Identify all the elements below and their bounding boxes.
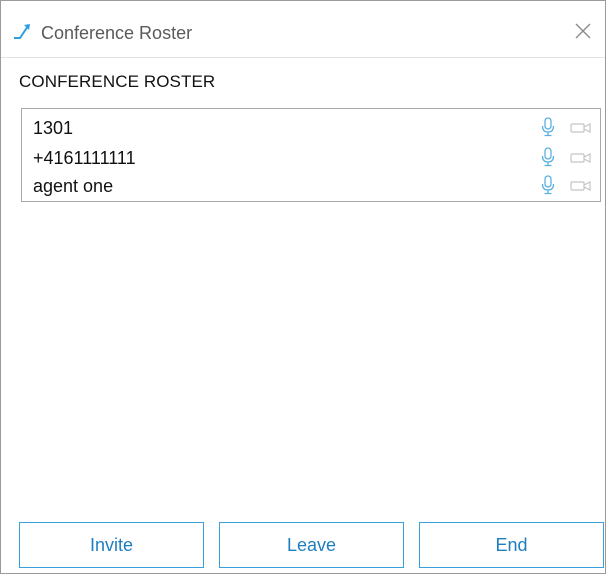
microphone-icon[interactable]	[540, 117, 556, 137]
end-button[interactable]: End	[419, 522, 604, 568]
video-camera-icon[interactable]	[570, 180, 592, 192]
participant-row[interactable]: agent one	[22, 171, 600, 199]
participant-name: +4161111111	[33, 148, 136, 168]
video-camera-icon[interactable]	[570, 152, 592, 164]
participant-row[interactable]: +4161111111	[22, 143, 600, 171]
leave-button[interactable]: Leave	[219, 522, 404, 568]
title-bar: Conference Roster	[1, 1, 605, 57]
title-divider	[1, 57, 605, 58]
video-camera-icon[interactable]	[570, 122, 592, 134]
call-transfer-icon	[14, 24, 30, 39]
section-heading: CONFERENCE ROSTER	[19, 72, 216, 91]
participant-name: 1301	[33, 118, 74, 138]
close-icon[interactable]	[573, 21, 593, 41]
participant-list[interactable]: 1301 +4161111111 agent one	[21, 108, 601, 202]
participant-row[interactable]: 1301	[22, 113, 600, 141]
window-title: Conference Roster	[41, 23, 193, 43]
conference-roster-window: Conference Roster CONFERENCE ROSTER 1301…	[0, 0, 606, 574]
microphone-icon[interactable]	[540, 147, 556, 167]
participant-name: agent one	[33, 176, 114, 196]
microphone-icon[interactable]	[540, 175, 556, 195]
invite-button[interactable]: Invite	[19, 522, 204, 568]
